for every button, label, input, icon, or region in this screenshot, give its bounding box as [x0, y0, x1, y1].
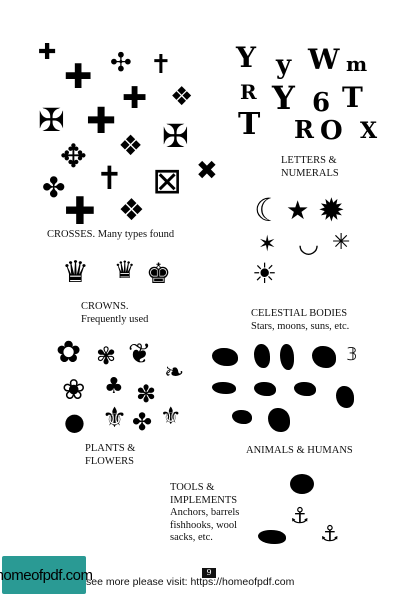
fleur-de-lis-icon: ⚜ — [102, 401, 128, 434]
cross-icon: ✚ — [64, 57, 93, 97]
moon-icon: ◡ — [298, 230, 319, 258]
cross-icon: ✝ — [150, 50, 172, 80]
human-icon — [280, 344, 294, 370]
cross-icon: ✤ — [42, 171, 66, 204]
caption-line: FLOWERS — [85, 455, 135, 467]
cross-icon: ✥ — [60, 137, 87, 175]
cross-icon: ✚ — [86, 101, 117, 142]
crown-icon: ♛ — [62, 255, 89, 290]
letter-symbol: y — [276, 50, 292, 80]
letter-symbol: 6 — [312, 88, 331, 118]
fleur-de-lis-icon: ⚜ — [160, 402, 182, 430]
sun-icon: ☀ — [252, 257, 278, 290]
star-icon: ✳ — [332, 230, 351, 255]
star-icon: ★ — [286, 196, 310, 226]
celestial-caption: CELESTIAL BODIES Stars, moons, suns, etc… — [251, 308, 349, 333]
animal-icon: 𝟛 — [346, 344, 358, 365]
caption-line: sacks, etc. — [170, 532, 213, 543]
caption-line: CELESTIAL BODIES — [251, 308, 348, 319]
cross-icon: ✚ — [64, 189, 96, 233]
star-icon: ✹ — [318, 191, 345, 229]
cross-icon: ❖ — [118, 129, 144, 162]
site-logo[interactable]: homeofpdf.com — [0, 556, 93, 594]
page-number: 9 — [202, 568, 216, 578]
caption-line: Stars, moons, suns, etc. — [251, 320, 350, 332]
flower-icon: ❀ — [62, 373, 86, 406]
animal-icon — [212, 382, 236, 394]
cross-icon: ✠ — [38, 101, 65, 139]
caption-line: PLANTS & — [85, 443, 136, 454]
letters-caption: LETTERS & NUMERALS — [281, 155, 339, 180]
caption-line: CROWNS. — [81, 301, 129, 312]
caption-line: Frequently used — [81, 313, 149, 325]
caption-line: Anchors, barrels — [170, 507, 240, 518]
animals-caption: ANIMALS & HUMANS — [246, 445, 353, 458]
caption-line: NUMERALS — [281, 167, 339, 179]
caption-line: LETTERS & — [281, 155, 337, 166]
clover-icon: ♣ — [104, 374, 124, 399]
letter-symbol: R — [240, 80, 257, 104]
caption-line: ANIMALS & HUMANS — [246, 445, 353, 456]
animal-icon — [254, 382, 276, 396]
bird-icon — [232, 410, 252, 424]
leaf-icon: ❧ — [164, 358, 185, 386]
cross-icon: ❖ — [118, 193, 145, 228]
flower-icon: ✾ — [96, 342, 117, 370]
cross-icon: ✚ — [122, 81, 148, 116]
caption-line: CROSSES. Many types found — [47, 229, 175, 240]
cross-icon: ❖ — [170, 82, 194, 112]
flower-icon: ❦ — [128, 337, 152, 370]
anchor-icon: ⚓ — [320, 522, 340, 547]
letter-symbol: W — [308, 43, 340, 76]
animal-icon — [268, 408, 290, 432]
caption-line: TOOLS & — [170, 482, 215, 493]
cross-icon: ✣ — [110, 48, 132, 78]
letter-symbol: Y — [236, 41, 256, 74]
cross-icon: ✠ — [162, 117, 189, 155]
flower-icon: ✿ — [56, 335, 82, 370]
animal-icon — [336, 386, 354, 408]
flower-icon: ✤ — [132, 408, 153, 436]
footer-link[interactable]: see more please visit: https://homeofpdf… — [86, 576, 294, 588]
tools-caption: TOOLS & IMPLEMENTS Anchors, barrels fish… — [170, 482, 239, 545]
cross-icon: ✖ — [196, 156, 218, 186]
letter-symbol: T — [238, 107, 261, 142]
animal-icon — [212, 348, 238, 366]
plants-caption: PLANTS & FLOWERS — [85, 443, 135, 468]
animal-icon — [294, 382, 316, 396]
letter-symbol: X — [360, 118, 378, 144]
caption-line: IMPLEMENTS — [170, 494, 238, 506]
cross-icon: ✝ — [96, 159, 123, 197]
letter-symbol: R — [294, 115, 314, 144]
letter-symbol: O — [320, 116, 343, 146]
fruit-icon: ● — [64, 408, 85, 436]
letter-symbol: m — [346, 52, 368, 76]
fishhook-icon — [258, 530, 286, 544]
crown-icon: ♚ — [146, 257, 172, 290]
crown-icon: ♛ — [114, 256, 136, 284]
moon-icon: ☾ — [254, 191, 283, 229]
crosses-caption: CROSSES. Many types found — [47, 229, 174, 242]
anchor-icon: ⚓ — [290, 504, 310, 529]
caption-line: fishhooks, wool — [170, 519, 238, 531]
cross-icon: ⊠ — [152, 161, 183, 202]
letter-symbol: Y — [272, 79, 295, 117]
animal-icon — [312, 346, 336, 368]
cross-icon: ✚ — [38, 40, 57, 65]
crowns-caption: CROWNS. Frequently used — [81, 301, 148, 326]
animal-icon — [254, 344, 270, 368]
letter-symbol: T — [342, 81, 363, 114]
barrel-icon — [290, 474, 314, 494]
flower-icon: ✽ — [136, 380, 157, 408]
star-icon: ✶ — [258, 232, 277, 257]
